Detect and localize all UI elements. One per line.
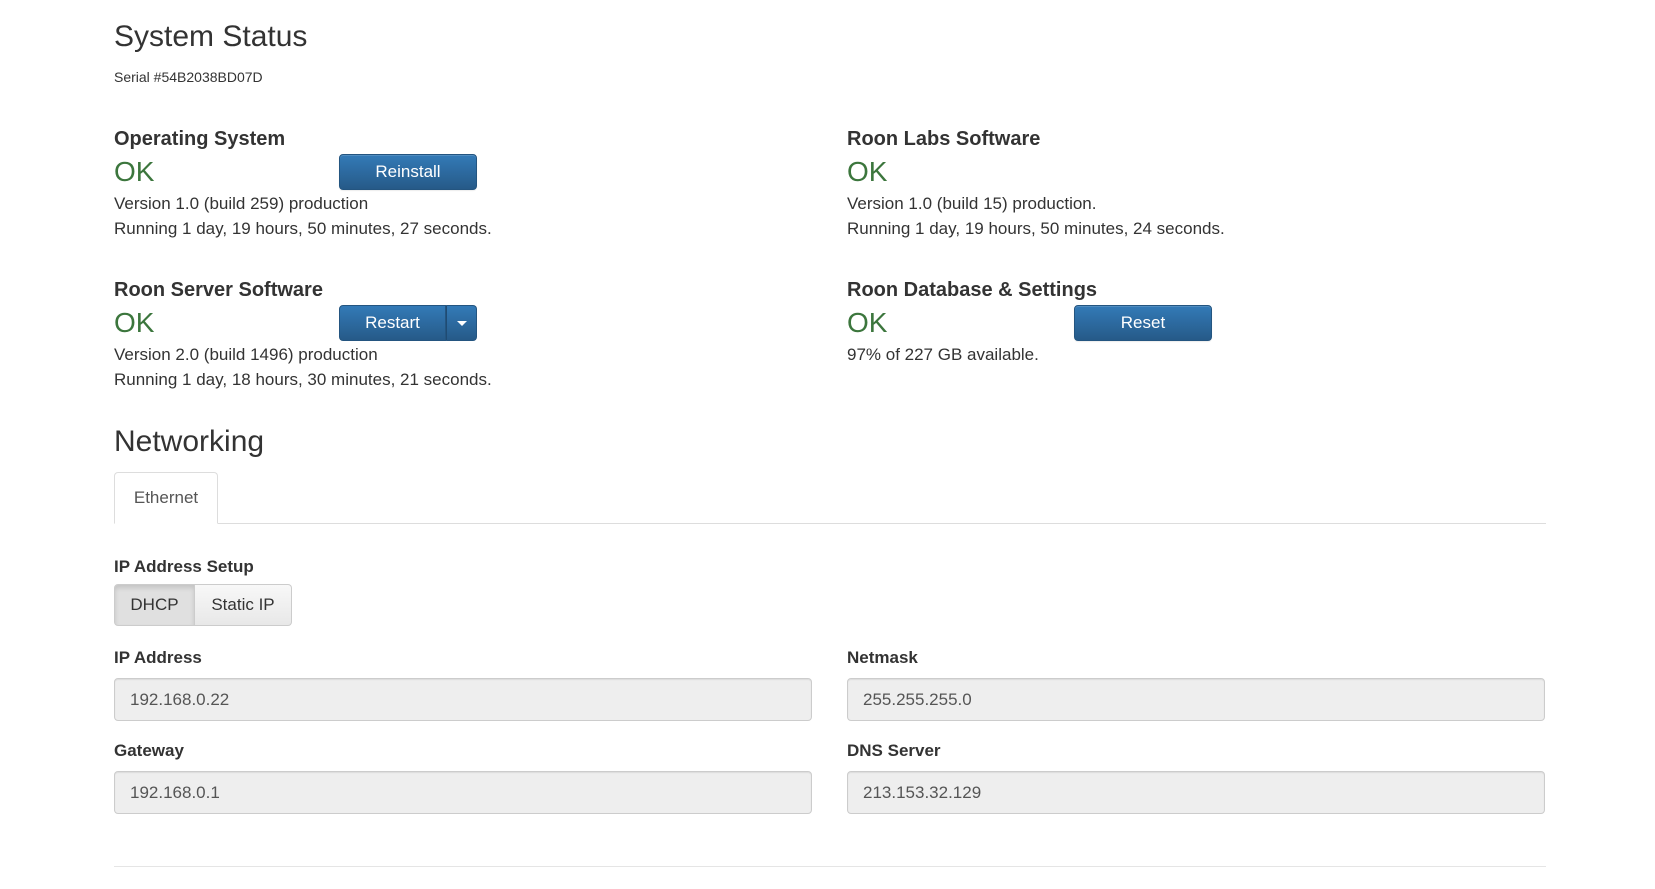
netmask-label: Netmask — [847, 648, 918, 667]
roon-labs-software-heading: Roon Labs Software — [847, 128, 1041, 150]
roon-labs-software-status: OK — [847, 156, 888, 187]
ip-address-field[interactable] — [114, 678, 812, 721]
ip-address-label: IP Address — [114, 648, 202, 667]
roon-labs-software-uptime: Running 1 day, 19 hours, 50 minutes, 24 … — [847, 219, 1225, 238]
networking-title: Networking — [114, 425, 265, 458]
restart-button[interactable]: Restart — [339, 305, 446, 341]
operating-system-status: OK — [114, 156, 155, 187]
roon-server-software-status: OK — [114, 307, 155, 338]
operating-system-uptime: Running 1 day, 19 hours, 50 minutes, 27 … — [114, 219, 492, 238]
ip-setup-toggle-group: DHCP Static IP — [114, 584, 292, 626]
operating-system-version: Version 1.0 (build 259) production — [114, 194, 369, 213]
roon-database-status: OK — [847, 307, 888, 338]
netmask-field[interactable] — [847, 678, 1545, 721]
system-status-page: System Status Serial #54B2038BD07D Opera… — [0, 0, 1655, 889]
roon-server-software-heading: Roon Server Software — [114, 279, 323, 301]
bottom-divider — [114, 866, 1546, 867]
gateway-field[interactable] — [114, 771, 812, 814]
tab-ethernet[interactable]: Ethernet — [114, 472, 218, 524]
roon-database-heading: Roon Database & Settings — [847, 279, 1098, 301]
caret-down-icon — [456, 320, 467, 326]
restart-dropdown-toggle[interactable] — [446, 305, 477, 341]
roon-labs-software-version: Version 1.0 (build 15) production. — [847, 194, 1097, 213]
tab-divider — [114, 523, 1546, 524]
reinstall-button[interactable]: Reinstall — [339, 154, 477, 190]
page-title: System Status — [114, 20, 308, 53]
dns-server-label: DNS Server — [847, 741, 941, 760]
gateway-label: Gateway — [114, 741, 184, 760]
roon-database-storage: 97% of 227 GB available. — [847, 345, 1039, 364]
dns-server-field[interactable] — [847, 771, 1545, 814]
dhcp-option[interactable]: DHCP — [114, 584, 195, 626]
reset-button[interactable]: Reset — [1074, 305, 1212, 341]
roon-server-software-version: Version 2.0 (build 1496) production — [114, 345, 378, 364]
static-ip-option[interactable]: Static IP — [195, 584, 292, 626]
restart-split-button: Restart — [339, 305, 477, 341]
roon-server-software-uptime: Running 1 day, 18 hours, 30 minutes, 21 … — [114, 370, 492, 389]
ip-address-setup-label: IP Address Setup — [114, 557, 254, 576]
operating-system-heading: Operating System — [114, 128, 286, 150]
serial-number: Serial #54B2038BD07D — [114, 69, 263, 85]
